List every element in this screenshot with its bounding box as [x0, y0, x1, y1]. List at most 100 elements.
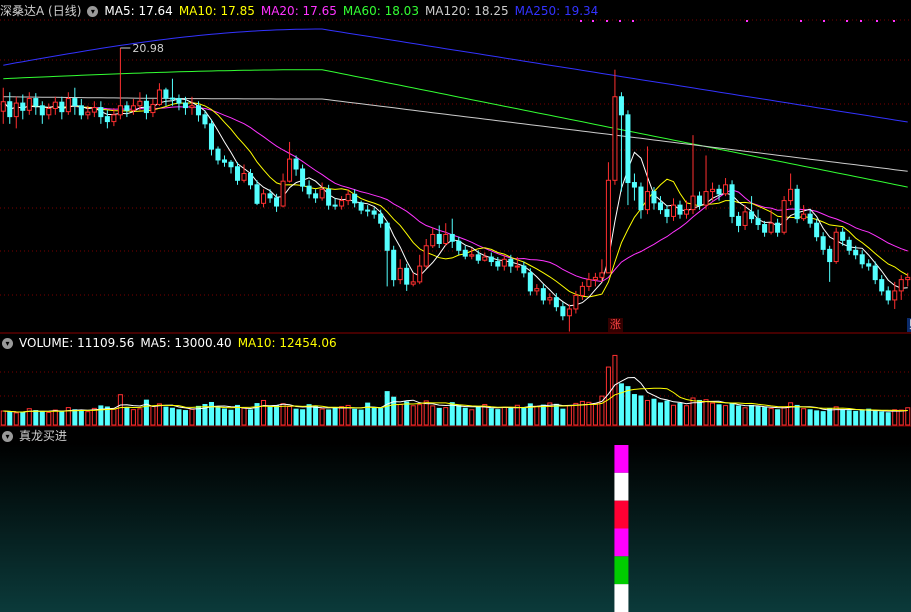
candle-body — [417, 265, 423, 283]
volume-bar — [495, 409, 501, 426]
volume-bar — [306, 404, 312, 426]
signal-dot — [619, 20, 621, 22]
candle-body — [742, 211, 748, 226]
volume-bar — [430, 405, 436, 426]
volume-bar — [208, 401, 214, 426]
candle-body — [326, 188, 332, 206]
candle-body — [241, 173, 247, 181]
volume-bar — [781, 406, 787, 426]
candle-body — [358, 202, 364, 211]
volume-bar — [651, 398, 657, 426]
signal-bar-segment — [614, 584, 629, 612]
volume-bar — [46, 411, 52, 426]
candle-body — [117, 105, 123, 116]
volume-bar — [892, 409, 898, 426]
volume-bar — [566, 405, 572, 426]
financial-report-marker[interactable]: 财 — [907, 318, 911, 332]
volume-bar — [397, 403, 403, 426]
chart-canvas — [0, 19, 911, 612]
candle-body — [540, 288, 546, 301]
candle-body — [98, 107, 104, 118]
vol-legend-ma10: MA10: 12454.06 — [237, 336, 337, 350]
candle-body — [762, 224, 768, 233]
ma-line-ma60 — [3, 69, 908, 188]
candle-body — [189, 105, 195, 109]
candle-body — [501, 258, 507, 267]
candle-body — [20, 102, 26, 111]
volume-bar — [234, 404, 241, 426]
volume-bar — [221, 408, 228, 426]
candle-body — [156, 89, 162, 105]
candle-body — [736, 215, 742, 226]
candle-body — [521, 265, 527, 274]
volume-bar — [287, 406, 293, 426]
chevron-down-icon[interactable]: ▾ — [87, 5, 99, 17]
candle-body — [664, 209, 670, 217]
signal-dot — [592, 20, 594, 22]
candle-body — [137, 100, 143, 107]
volume-bar — [553, 403, 559, 426]
volume-bar — [176, 409, 182, 426]
legend-ma5: MA5: 17.64 — [104, 4, 173, 18]
candle-body — [293, 158, 299, 170]
candle-body — [527, 272, 533, 292]
candle-body — [553, 297, 559, 308]
signal-dot — [846, 20, 848, 22]
candle-body — [586, 279, 592, 287]
legend-ma250: MA250: 19.34 — [514, 4, 599, 18]
stock-title: 深桑达A (日线) — [0, 4, 82, 18]
candle-body — [690, 195, 696, 211]
candle-body — [59, 101, 65, 113]
volume-bar — [332, 407, 338, 426]
candle-body — [794, 188, 800, 220]
candle-body — [274, 197, 280, 207]
candle-body — [443, 233, 449, 244]
candle-body — [436, 233, 442, 244]
volume-bar — [807, 409, 813, 426]
limit-up-marker[interactable]: 涨 — [607, 318, 623, 332]
volume-bar — [241, 407, 247, 426]
candle-body — [462, 249, 468, 257]
candle-body — [332, 204, 338, 207]
volume-bar — [820, 411, 826, 426]
candle-body — [339, 200, 345, 207]
volume-bar — [300, 409, 306, 426]
candle-body — [0, 101, 6, 112]
indicator-title: 真龙买进 — [19, 429, 68, 443]
volume-bar — [736, 405, 742, 426]
volume-bar — [456, 404, 462, 426]
volume-bar — [625, 386, 631, 426]
candle-body — [618, 96, 624, 116]
chevron-down-icon[interactable]: ▾ — [2, 430, 13, 442]
volume-bar — [339, 406, 345, 426]
candle-body — [365, 209, 371, 212]
candle-body — [300, 168, 306, 187]
candle-body — [514, 265, 520, 268]
volume-bar — [130, 409, 136, 426]
volume-bar — [866, 408, 872, 426]
candle-body — [833, 231, 839, 263]
candle-body — [7, 101, 13, 118]
candle-body — [423, 245, 429, 267]
candle-body — [827, 248, 833, 263]
volume-bar — [78, 410, 84, 426]
volume-bar — [683, 405, 690, 426]
candle-body — [488, 256, 494, 263]
candle-body — [91, 107, 97, 113]
volume-bar — [859, 409, 865, 426]
volume-bar — [840, 409, 846, 426]
volume-panel-header: ▾ VOLUME: 11109.56 MA5: 13000.40 MA10: 124… — [0, 334, 349, 352]
chevron-down-icon[interactable]: ▾ — [2, 337, 13, 349]
candle-body — [775, 222, 781, 233]
volume-bar — [534, 405, 540, 426]
volume-bar — [0, 410, 6, 426]
volume-bar — [72, 409, 78, 426]
volume-bar — [384, 391, 390, 426]
volume-bar — [410, 405, 416, 426]
candle-body — [612, 96, 618, 181]
volume-bar — [313, 405, 319, 426]
candle-body — [111, 114, 117, 123]
candle-body — [807, 213, 813, 224]
volume-bar — [710, 402, 716, 426]
signal-bar-segment — [614, 445, 629, 473]
